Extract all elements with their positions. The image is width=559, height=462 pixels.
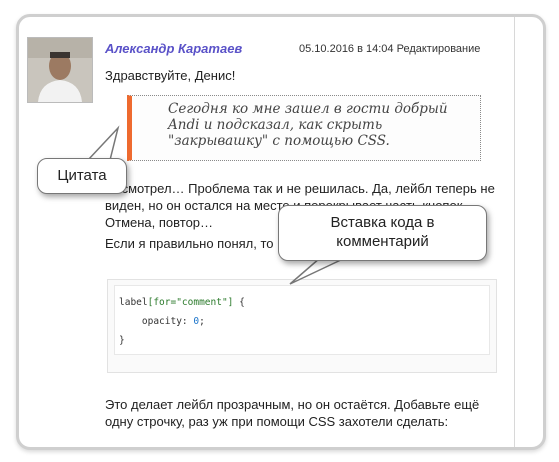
- quote-callout-label: Цитата: [57, 167, 107, 184]
- quote-callout: Цитата: [37, 158, 127, 194]
- code-callout: Вставка кода в комментарий: [278, 205, 487, 261]
- code-callout-line2: комментарий: [336, 233, 429, 250]
- code-callout-line1: Вставка кода в: [330, 214, 435, 231]
- code-callout-tail: [289, 257, 346, 285]
- quote-callout-tail: [86, 125, 120, 161]
